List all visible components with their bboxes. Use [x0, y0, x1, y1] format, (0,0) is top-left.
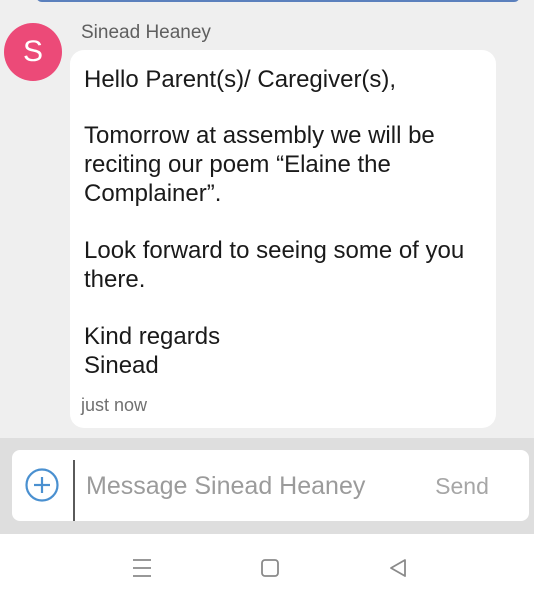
input-divider: [73, 460, 75, 521]
back-button[interactable]: [382, 552, 414, 584]
home-button[interactable]: [254, 552, 286, 584]
send-button[interactable]: Send: [426, 468, 498, 504]
menu-icon: [133, 559, 151, 577]
message-line: Look forward to seeing some of you: [84, 237, 465, 264]
system-navbar: [0, 534, 534, 600]
message-line: Kind regards: [84, 323, 221, 350]
message-input[interactable]: [82, 465, 430, 507]
home-icon: [261, 559, 279, 577]
sender-name: Sinead Heaney: [81, 22, 211, 43]
message-line: there.: [84, 266, 146, 293]
add-attachment-button[interactable]: [24, 467, 60, 503]
message-line: reciting our poem “Elaine the: [84, 151, 391, 178]
message-line: Hello Parent(s)/ Caregiver(s),: [84, 66, 397, 93]
composer-area: Send: [0, 438, 534, 534]
message-line: Complainer”.: [84, 180, 222, 207]
message-line: Sinead: [84, 352, 159, 379]
message-composer: Send: [12, 450, 529, 521]
top-strip: [36, 0, 520, 2]
back-icon: [390, 559, 406, 577]
message-bubble: Hello Parent(s)/ Caregiver(s), Tomorrow …: [70, 50, 496, 428]
avatar[interactable]: S: [4, 23, 62, 81]
plus-circle-icon: [25, 468, 59, 502]
message-line: Tomorrow at assembly we will be: [84, 122, 435, 149]
message-timestamp: just now: [81, 395, 148, 415]
menu-button[interactable]: [126, 552, 158, 584]
